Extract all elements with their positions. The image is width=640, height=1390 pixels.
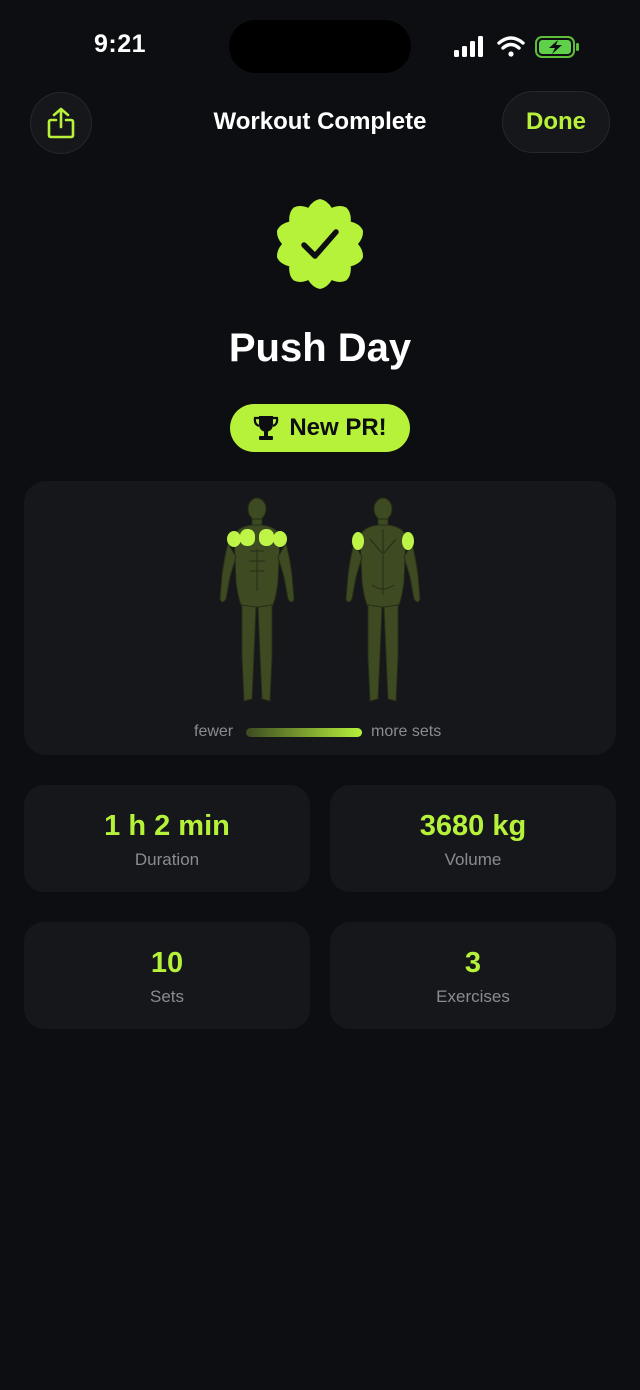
status-icons xyxy=(454,36,579,58)
status-time: 9:21 xyxy=(94,30,147,58)
stat-card-duration: 1 h 2 min Duration xyxy=(24,785,310,892)
stat-card-volume: 3680 kg Volume xyxy=(330,785,616,892)
done-button[interactable]: Done xyxy=(502,91,610,153)
new-pr-label: New PR! xyxy=(289,414,387,441)
new-pr-badge: New PR! xyxy=(230,404,410,452)
muscle-map-card: fewer more sets xyxy=(24,481,616,755)
signal-icon xyxy=(454,36,483,57)
workout-name: Push Day xyxy=(228,326,412,370)
stat-value: 3 xyxy=(464,947,482,979)
stat-card-exercises: 3 Exercises xyxy=(330,922,616,1029)
stat-label: Volume xyxy=(444,850,502,869)
body-front-figure xyxy=(219,497,295,702)
stat-label: Exercises xyxy=(436,987,510,1006)
stat-value: 3680 kg xyxy=(419,810,527,842)
battery-charging-icon xyxy=(535,36,579,58)
legend-gradient-bar xyxy=(246,728,362,737)
trophy-icon xyxy=(254,416,279,440)
stat-label: Duration xyxy=(134,850,200,869)
stat-card-sets: 10 Sets xyxy=(24,922,310,1029)
legend-low-label: fewer xyxy=(194,723,234,740)
status-bar: 9:21 xyxy=(0,0,640,96)
stat-label: Sets xyxy=(149,987,185,1006)
intensity-legend: fewer more sets xyxy=(24,721,616,745)
wifi-icon xyxy=(497,36,525,57)
stat-value: 10 xyxy=(150,947,184,979)
stat-value: 1 h 2 min xyxy=(104,810,230,842)
legend-high-label: more sets xyxy=(371,723,442,740)
body-back-figure xyxy=(345,497,421,702)
verified-check-icon xyxy=(277,199,363,289)
dynamic-island xyxy=(229,20,411,73)
